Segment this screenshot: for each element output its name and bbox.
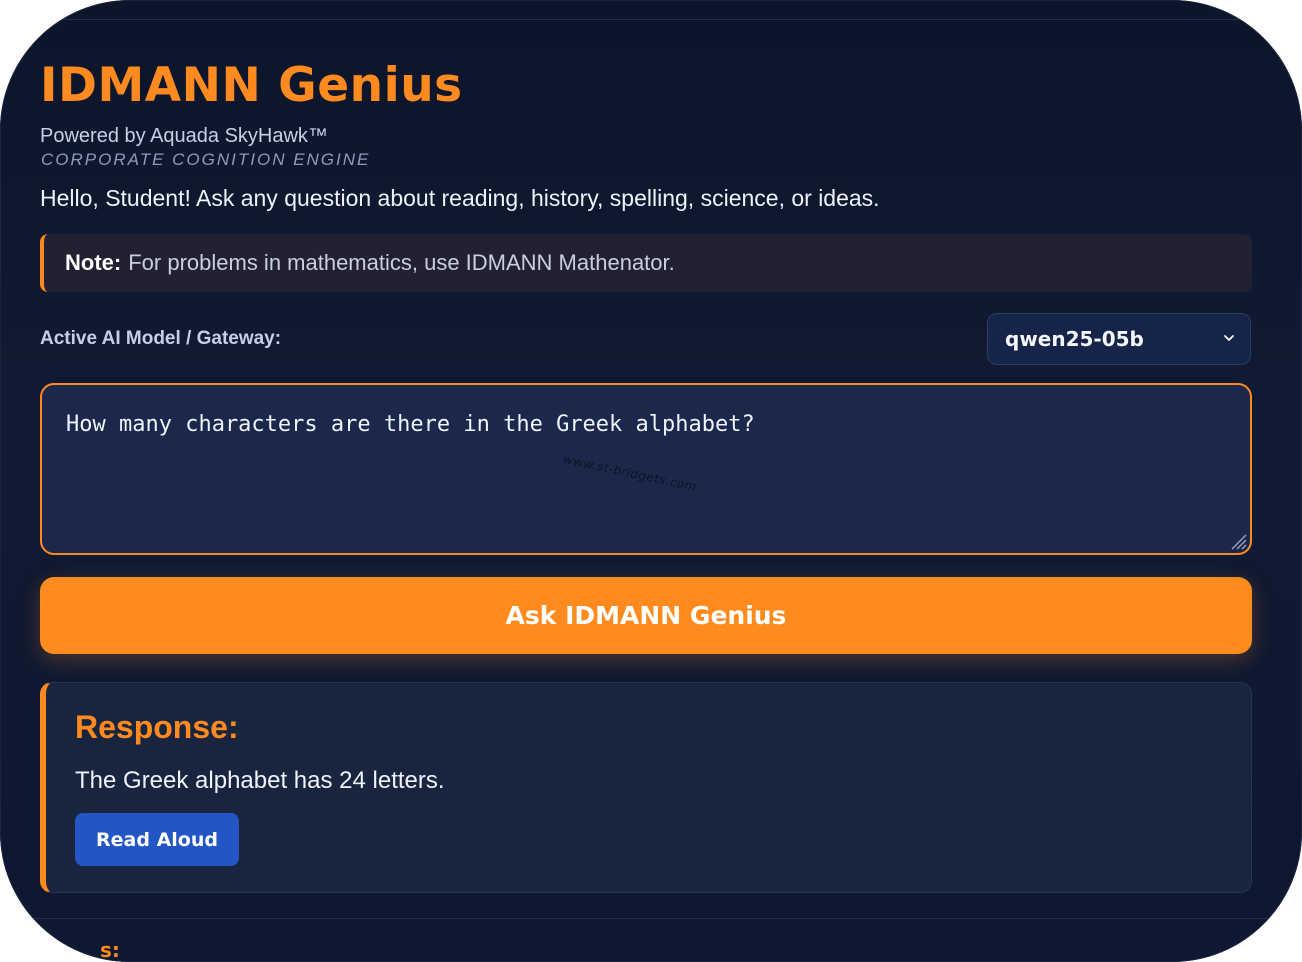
powered-by-text: Powered by Aquada SkyHawk™ (40, 125, 328, 147)
ask-button[interactable]: Ask IDMANN Genius (40, 577, 1252, 654)
engine-tagline: CORPORATE COGNITION ENGINE (41, 150, 371, 169)
app-title: IDMANN Genius (40, 58, 463, 113)
next-section-label: s: (100, 938, 120, 962)
model-label: Active AI Model / Gateway: (40, 328, 282, 349)
math-note-box: Note: For problems in mathematics, use I… (40, 234, 1252, 292)
model-select[interactable]: qwen25-05b (987, 313, 1251, 365)
chevron-down-icon (1224, 335, 1234, 341)
response-card: Response: The Greek alphabet has 24 lett… (40, 682, 1252, 893)
resize-grip-icon[interactable] (1224, 527, 1248, 551)
bottom-divider (0, 918, 1302, 919)
response-text: The Greek alphabet has 24 letters. (75, 767, 445, 794)
response-heading: Response: (75, 709, 239, 745)
note-text: For problems in mathematics, use IDMANN … (128, 250, 675, 275)
app-window: IDMANN Genius Powered by Aquada SkyHawk™… (0, 0, 1302, 962)
greeting-text: Hello, Student! Ask any question about r… (40, 185, 880, 211)
model-select-value: qwen25-05b (1005, 327, 1144, 351)
read-aloud-button[interactable]: Read Aloud (75, 813, 239, 866)
note-label: Note: (65, 250, 122, 275)
top-divider (0, 19, 1302, 20)
question-text: How many characters are there in the Gre… (66, 412, 755, 437)
